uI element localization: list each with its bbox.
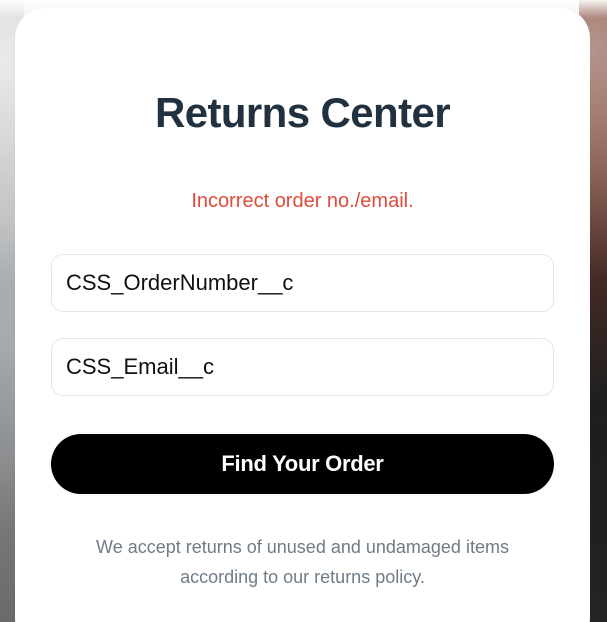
returns-policy-line-2: according to our returns policy. (180, 567, 425, 587)
find-your-order-button[interactable]: Find Your Order (51, 434, 554, 494)
returns-page: Returns Center Incorrect order no./email… (0, 0, 607, 622)
page-title: Returns Center (155, 89, 451, 136)
order-number-input[interactable] (51, 254, 554, 312)
returns-card: Returns Center Incorrect order no./email… (15, 8, 590, 622)
returns-policy-line-1: We accept returns of unused and undamage… (96, 537, 509, 557)
email-input[interactable] (51, 338, 554, 396)
returns-policy-text: We accept returns of unused and undamage… (15, 532, 590, 592)
error-message: Incorrect order no./email. (191, 190, 414, 212)
find-your-order-button-label: Find Your Order (221, 451, 384, 476)
